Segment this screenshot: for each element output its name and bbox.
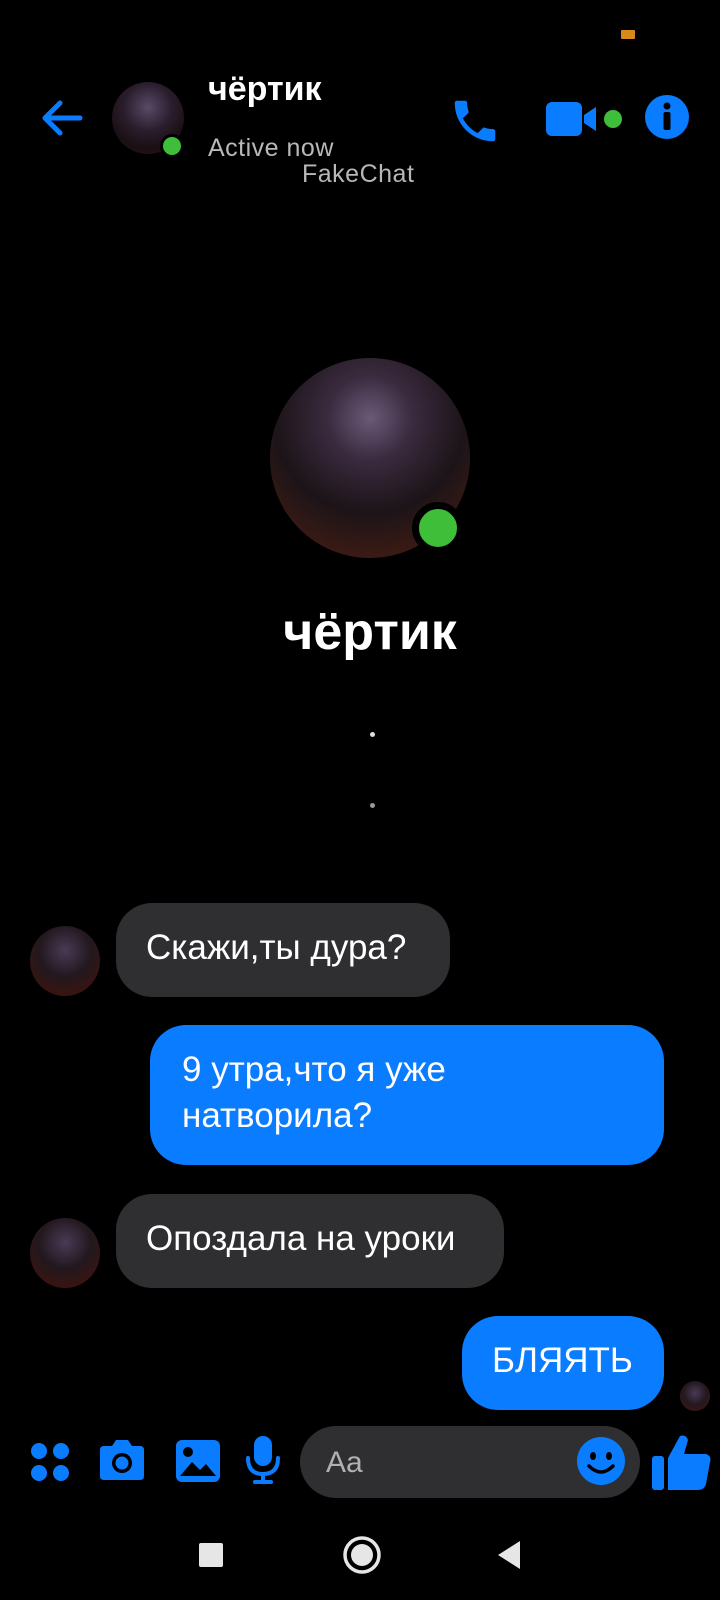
info-icon — [645, 95, 689, 139]
camera-icon — [100, 1440, 144, 1480]
outgoing-message[interactable]: БЛЯЯТЬ — [462, 1316, 664, 1410]
thumbs-up-button[interactable] — [650, 1430, 714, 1494]
info-button[interactable] — [644, 94, 690, 140]
home-circle-icon — [343, 1536, 381, 1574]
thumbs-up-icon — [652, 1435, 711, 1490]
voice-call-button[interactable] — [448, 94, 502, 148]
microphone-button[interactable] — [244, 1434, 282, 1484]
apps-menu-button[interactable] — [26, 1438, 76, 1488]
back-triangle-icon — [498, 1541, 520, 1569]
gallery-button[interactable] — [172, 1436, 224, 1486]
watermark-text: FakeChat — [302, 162, 415, 182]
message-input[interactable] — [324, 1440, 558, 1486]
emoji-icon — [577, 1437, 625, 1485]
incoming-message[interactable]: Опоздала на уроки — [116, 1194, 504, 1288]
outgoing-message[interactable]: 9 утра,что я уже натворила? — [150, 1025, 664, 1165]
message-line: 9 утра,что я уже — [182, 1050, 446, 1089]
home-button[interactable] — [342, 1535, 382, 1575]
message-avatar[interactable] — [30, 1218, 100, 1288]
header-contact-name[interactable]: чёртик — [208, 70, 322, 109]
back-button[interactable] — [38, 94, 86, 142]
message-line: натворила? — [182, 1096, 373, 1135]
profile-online-indicator — [412, 502, 464, 554]
recents-square-icon[interactable] — [199, 1543, 223, 1567]
header-active-status: Active now — [208, 134, 334, 162]
nav-back-button[interactable] — [494, 1538, 524, 1572]
gallery-icon — [176, 1440, 220, 1482]
profile-name: чёртик — [283, 603, 457, 661]
apps-menu-icon — [31, 1443, 69, 1481]
message-avatar[interactable] — [30, 926, 100, 996]
back-arrow-icon — [42, 100, 83, 136]
video-online-dot — [604, 110, 622, 128]
separator-dot — [370, 732, 375, 737]
video-camera-icon — [546, 102, 596, 136]
incoming-message[interactable]: Скажи,ты дура? — [116, 903, 450, 997]
microphone-icon — [246, 1436, 280, 1484]
seen-indicator-avatar — [680, 1381, 710, 1411]
phone-icon — [454, 100, 496, 142]
header-online-indicator — [160, 134, 184, 158]
video-call-button[interactable] — [544, 98, 606, 142]
separator-dot — [370, 803, 375, 808]
status-indicator — [621, 30, 635, 39]
camera-button[interactable] — [96, 1436, 148, 1486]
emoji-button[interactable] — [576, 1436, 626, 1486]
